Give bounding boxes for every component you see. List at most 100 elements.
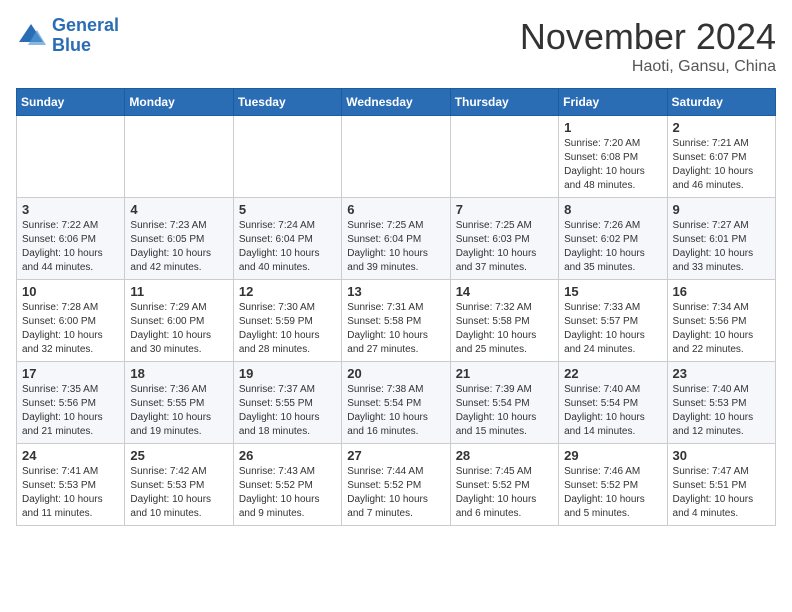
day-number: 10 (22, 284, 119, 299)
calendar-cell: 26 Sunrise: 7:43 AM Sunset: 5:52 PM Dayli… (233, 444, 341, 526)
day-info: Sunrise: 7:36 AM Sunset: 5:55 PM Dayligh… (130, 383, 227, 439)
day-number: 9 (673, 202, 770, 217)
weekday-header: Sunday (17, 89, 125, 116)
day-number: 14 (456, 284, 553, 299)
day-number: 8 (564, 202, 661, 217)
day-number: 30 (673, 448, 770, 463)
calendar-cell: 8 Sunrise: 7:26 AM Sunset: 6:02 PM Daylig… (559, 198, 667, 280)
day-info: Sunrise: 7:31 AM Sunset: 5:58 PM Dayligh… (347, 301, 444, 357)
day-info: Sunrise: 7:28 AM Sunset: 6:00 PM Dayligh… (22, 301, 119, 357)
weekday-header: Thursday (450, 89, 558, 116)
location: Haoti, Gansu, China (520, 58, 776, 76)
weekday-header: Saturday (667, 89, 775, 116)
calendar-cell: 1 Sunrise: 7:20 AM Sunset: 6:08 PM Daylig… (559, 116, 667, 198)
day-number: 19 (239, 366, 336, 381)
day-info: Sunrise: 7:21 AM Sunset: 6:07 PM Dayligh… (673, 137, 770, 193)
day-info: Sunrise: 7:27 AM Sunset: 6:01 PM Dayligh… (673, 219, 770, 275)
day-info: Sunrise: 7:47 AM Sunset: 5:51 PM Dayligh… (673, 465, 770, 521)
calendar-cell: 17 Sunrise: 7:35 AM Sunset: 5:56 PM Dayli… (17, 362, 125, 444)
calendar-week-row: 3Sunrise: 7:22 AM Sunset: 6:06 PM Daylig… (17, 198, 776, 280)
calendar-cell: 3Sunrise: 7:22 AM Sunset: 6:06 PM Daylig… (17, 198, 125, 280)
day-info: Sunrise: 7:43 AM Sunset: 5:52 PM Dayligh… (239, 465, 336, 521)
day-info: Sunrise: 7:42 AM Sunset: 5:53 PM Dayligh… (130, 465, 227, 521)
day-number: 11 (130, 284, 227, 299)
day-info: Sunrise: 7:39 AM Sunset: 5:54 PM Dayligh… (456, 383, 553, 439)
calendar: SundayMondayTuesdayWednesdayThursdayFrid… (16, 88, 776, 526)
calendar-cell: 23 Sunrise: 7:40 AM Sunset: 5:53 PM Dayli… (667, 362, 775, 444)
day-number: 6 (347, 202, 444, 217)
calendar-cell (125, 116, 233, 198)
calendar-cell: 7 Sunrise: 7:25 AM Sunset: 6:03 PM Daylig… (450, 198, 558, 280)
calendar-cell: 16Sunrise: 7:34 AM Sunset: 5:56 PM Dayli… (667, 280, 775, 362)
day-number: 7 (456, 202, 553, 217)
day-number: 18 (130, 366, 227, 381)
calendar-cell: 5Sunrise: 7:24 AM Sunset: 6:04 PM Daylig… (233, 198, 341, 280)
day-info: Sunrise: 7:25 AM Sunset: 6:04 PM Dayligh… (347, 219, 444, 275)
calendar-cell: 2 Sunrise: 7:21 AM Sunset: 6:07 PM Daylig… (667, 116, 775, 198)
day-number: 27 (347, 448, 444, 463)
calendar-week-row: 10 Sunrise: 7:28 AM Sunset: 6:00 PM Dayli… (17, 280, 776, 362)
calendar-cell: 28Sunrise: 7:45 AM Sunset: 5:52 PM Dayli… (450, 444, 558, 526)
day-info: Sunrise: 7:40 AM Sunset: 5:54 PM Dayligh… (564, 383, 661, 439)
day-info: Sunrise: 7:33 AM Sunset: 5:57 PM Dayligh… (564, 301, 661, 357)
day-number: 15 (564, 284, 661, 299)
calendar-cell: 25Sunrise: 7:42 AM Sunset: 5:53 PM Dayli… (125, 444, 233, 526)
day-info: Sunrise: 7:44 AM Sunset: 5:52 PM Dayligh… (347, 465, 444, 521)
day-number: 2 (673, 120, 770, 135)
day-info: Sunrise: 7:20 AM Sunset: 6:08 PM Dayligh… (564, 137, 661, 193)
calendar-cell: 29 Sunrise: 7:46 AM Sunset: 5:52 PM Dayli… (559, 444, 667, 526)
day-number: 23 (673, 366, 770, 381)
day-number: 1 (564, 120, 661, 135)
day-info: Sunrise: 7:35 AM Sunset: 5:56 PM Dayligh… (22, 383, 119, 439)
calendar-cell: 20Sunrise: 7:38 AM Sunset: 5:54 PM Dayli… (342, 362, 450, 444)
day-number: 21 (456, 366, 553, 381)
calendar-cell: 19 Sunrise: 7:37 AM Sunset: 5:55 PM Dayli… (233, 362, 341, 444)
weekday-header: Wednesday (342, 89, 450, 116)
day-number: 22 (564, 366, 661, 381)
day-number: 28 (456, 448, 553, 463)
calendar-cell: 15 Sunrise: 7:33 AM Sunset: 5:57 PM Dayli… (559, 280, 667, 362)
day-info: Sunrise: 7:46 AM Sunset: 5:52 PM Dayligh… (564, 465, 661, 521)
day-number: 5 (239, 202, 336, 217)
day-info: Sunrise: 7:40 AM Sunset: 5:53 PM Dayligh… (673, 383, 770, 439)
calendar-cell: 13Sunrise: 7:31 AM Sunset: 5:58 PM Dayli… (342, 280, 450, 362)
calendar-cell: 4 Sunrise: 7:23 AM Sunset: 6:05 PM Daylig… (125, 198, 233, 280)
day-info: Sunrise: 7:26 AM Sunset: 6:02 PM Dayligh… (564, 219, 661, 275)
weekday-header: Monday (125, 89, 233, 116)
day-info: Sunrise: 7:25 AM Sunset: 6:03 PM Dayligh… (456, 219, 553, 275)
day-info: Sunrise: 7:41 AM Sunset: 5:53 PM Dayligh… (22, 465, 119, 521)
calendar-week-row: 1 Sunrise: 7:20 AM Sunset: 6:08 PM Daylig… (17, 116, 776, 198)
calendar-cell (17, 116, 125, 198)
calendar-cell: 18 Sunrise: 7:36 AM Sunset: 5:55 PM Dayli… (125, 362, 233, 444)
day-info: Sunrise: 7:29 AM Sunset: 6:00 PM Dayligh… (130, 301, 227, 357)
month-title: November 2024 (520, 16, 776, 58)
logo: General Blue (16, 16, 119, 56)
calendar-cell: 24 Sunrise: 7:41 AM Sunset: 5:53 PM Dayli… (17, 444, 125, 526)
calendar-cell: 9 Sunrise: 7:27 AM Sunset: 6:01 PM Daylig… (667, 198, 775, 280)
day-number: 17 (22, 366, 119, 381)
calendar-week-row: 17 Sunrise: 7:35 AM Sunset: 5:56 PM Dayli… (17, 362, 776, 444)
day-number: 24 (22, 448, 119, 463)
weekday-header: Friday (559, 89, 667, 116)
logo-line2: Blue (52, 35, 91, 55)
day-info: Sunrise: 7:34 AM Sunset: 5:56 PM Dayligh… (673, 301, 770, 357)
day-info: Sunrise: 7:23 AM Sunset: 6:05 PM Dayligh… (130, 219, 227, 275)
day-number: 12 (239, 284, 336, 299)
calendar-cell: 14 Sunrise: 7:32 AM Sunset: 5:58 PM Dayli… (450, 280, 558, 362)
calendar-cell: 10 Sunrise: 7:28 AM Sunset: 6:00 PM Dayli… (17, 280, 125, 362)
calendar-week-row: 24 Sunrise: 7:41 AM Sunset: 5:53 PM Dayli… (17, 444, 776, 526)
logo-text: General Blue (52, 16, 119, 56)
calendar-cell: 22 Sunrise: 7:40 AM Sunset: 5:54 PM Dayli… (559, 362, 667, 444)
day-info: Sunrise: 7:37 AM Sunset: 5:55 PM Dayligh… (239, 383, 336, 439)
day-number: 4 (130, 202, 227, 217)
calendar-cell: 30 Sunrise: 7:47 AM Sunset: 5:51 PM Dayli… (667, 444, 775, 526)
day-info: Sunrise: 7:22 AM Sunset: 6:06 PM Dayligh… (22, 219, 119, 275)
day-info: Sunrise: 7:30 AM Sunset: 5:59 PM Dayligh… (239, 301, 336, 357)
day-info: Sunrise: 7:32 AM Sunset: 5:58 PM Dayligh… (456, 301, 553, 357)
calendar-cell (233, 116, 341, 198)
day-number: 29 (564, 448, 661, 463)
calendar-cell: 11 Sunrise: 7:29 AM Sunset: 6:00 PM Dayli… (125, 280, 233, 362)
weekday-header-row: SundayMondayTuesdayWednesdayThursdayFrid… (17, 89, 776, 116)
calendar-cell: 21 Sunrise: 7:39 AM Sunset: 5:54 PM Dayli… (450, 362, 558, 444)
day-number: 26 (239, 448, 336, 463)
